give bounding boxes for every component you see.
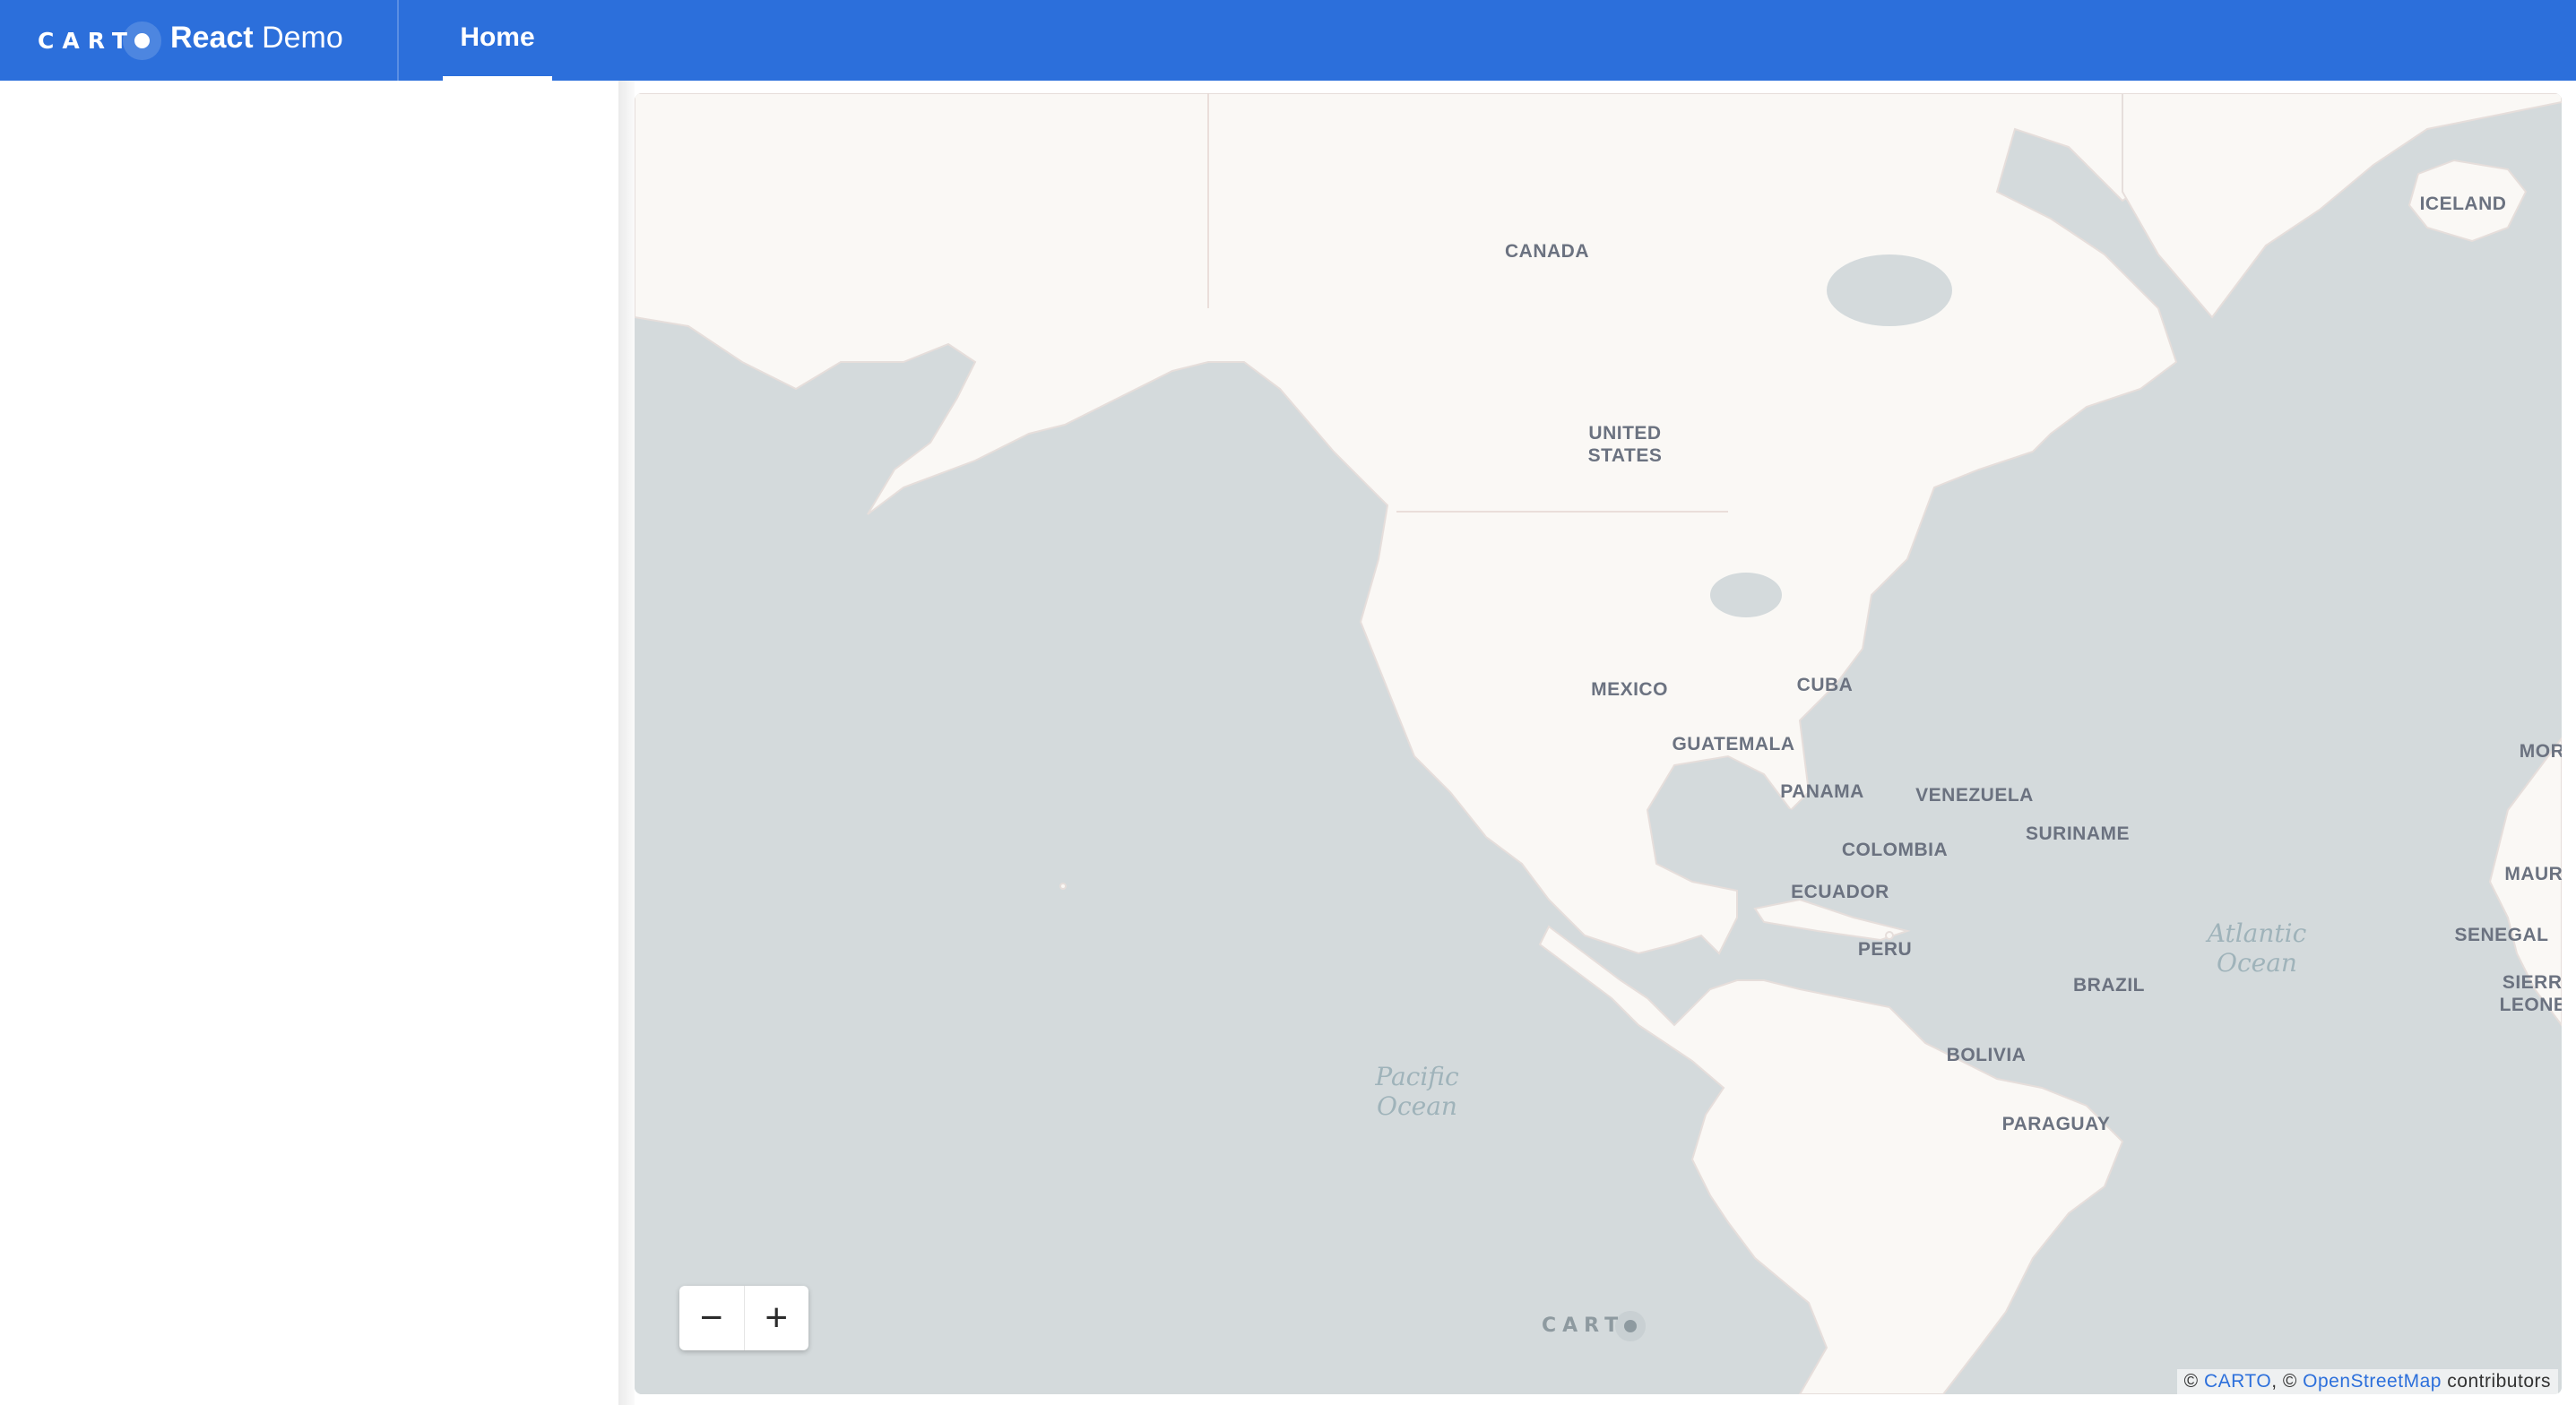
logo-text: CART <box>38 27 135 54</box>
label-mauri: MAURI <box>2504 864 2562 884</box>
label-atlantic-1: Atlantic <box>2205 918 2307 948</box>
zoom-control: − + <box>679 1286 808 1350</box>
label-guatemala: GUATEMALA <box>1672 734 1794 754</box>
app-bar: CART React Demo Home <box>0 0 2576 81</box>
label-mexico: MEXICO <box>1591 679 1668 700</box>
attribution-prefix: © <box>2183 1371 2204 1392</box>
label-leone: LEONE <box>2500 995 2562 1015</box>
label-panama: PANAMA <box>1780 781 1864 802</box>
header-divider <box>397 0 399 81</box>
label-iceland: ICELAND <box>2420 194 2507 214</box>
carto-link[interactable]: CARTO <box>2204 1371 2271 1392</box>
label-canada: CANADA <box>1505 241 1589 262</box>
carto-watermark: CART <box>1542 1314 1638 1337</box>
app-title: React Demo <box>170 20 343 56</box>
map-attribution: © CARTO, © OpenStreetMap contributors <box>2176 1369 2558 1394</box>
label-suriname: SURINAME <box>2026 823 2130 844</box>
label-ecuador: ECUADOR <box>1791 882 1889 902</box>
attribution-suffix: contributors <box>2441 1371 2551 1392</box>
label-peru: PERU <box>1858 939 1912 960</box>
map-container[interactable]: ICELAND CANADA UNITED STATES MEXICO CUBA… <box>635 93 2562 1394</box>
basemap[interactable]: ICELAND CANADA UNITED STATES MEXICO CUBA… <box>635 93 2562 1394</box>
carto-logo[interactable]: CART <box>38 13 150 68</box>
label-paraguay: PARAGUAY <box>2002 1114 2111 1134</box>
label-bolivia: BOLIVIA <box>1947 1045 2027 1065</box>
gulf-of-mexico-water <box>1701 806 1827 886</box>
tab-home[interactable]: Home <box>443 0 552 81</box>
attribution-middle: , © <box>2271 1371 2304 1392</box>
sidebar <box>0 81 618 1405</box>
label-states: STATES <box>1588 445 1663 466</box>
label-venezuela: VENEZUELA <box>1915 785 2034 806</box>
caribbean-land <box>1885 931 1894 940</box>
label-senegal: SENEGAL <box>2454 925 2548 945</box>
sidebar-shadow <box>618 81 635 1405</box>
watermark-dot-icon <box>1624 1319 1638 1332</box>
label-united: UNITED <box>1588 423 1661 444</box>
hudson-bay-water <box>1827 254 1952 326</box>
label-cuba: CUBA <box>1797 675 1854 695</box>
great-lakes-water <box>1710 573 1782 617</box>
label-pacific-2: Ocean <box>1377 1091 1457 1121</box>
watermark-text: CART <box>1542 1314 1625 1337</box>
hawaii-land <box>1059 883 1067 890</box>
label-brazil: BRAZIL <box>2073 975 2145 996</box>
label-atlantic-2: Ocean <box>2217 948 2297 978</box>
label-colombia: COLOMBIA <box>1842 840 1948 860</box>
osm-link[interactable]: OpenStreetMap <box>2303 1371 2442 1392</box>
tab-home-label: Home <box>460 22 535 52</box>
logo-dot-icon <box>134 32 150 48</box>
zoom-out-button[interactable]: − <box>679 1286 744 1350</box>
label-sierra: SIERRA <box>2503 972 2562 993</box>
app-title-light: Demo <box>262 21 343 55</box>
zoom-in-button[interactable]: + <box>745 1286 809 1350</box>
label-mor: MOR <box>2520 741 2562 762</box>
label-pacific-1: Pacific <box>1374 1062 1459 1091</box>
app-title-bold: React <box>170 21 254 55</box>
